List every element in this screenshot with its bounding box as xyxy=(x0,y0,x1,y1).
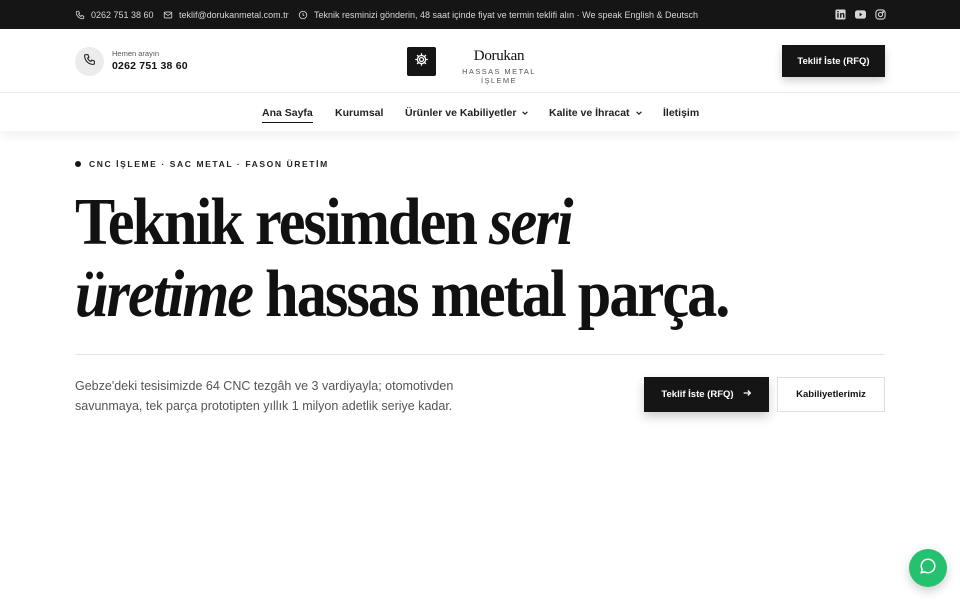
gear-icon xyxy=(414,52,429,72)
nav-item-products[interactable]: Ürünler ve Kabiliyetler xyxy=(405,94,529,131)
topbar-email-text: teklif@dorukanmetal.com.tr xyxy=(179,9,289,20)
headline-part: Teknik resimden xyxy=(75,185,490,259)
hero-rfq-button[interactable]: Teklif İste (RFQ) xyxy=(644,377,769,412)
nav-item-label: Kurumsal xyxy=(335,106,384,119)
site-header: Hemen arayın 0262 751 38 60 Dorukan HASS… xyxy=(0,29,960,93)
chat-button[interactable] xyxy=(909,549,947,587)
chevron-down-icon xyxy=(635,109,643,117)
linkedin-icon[interactable] xyxy=(835,9,846,20)
topbar-phone-text: 0262 751 38 60 xyxy=(91,9,154,20)
nav-item-label: Ürünler ve Kabiliyetler xyxy=(405,106,517,119)
chat-bubble-icon xyxy=(919,557,937,580)
nav-item-quality[interactable]: Kalite ve İhracat xyxy=(549,94,643,131)
nav-item-contact[interactable]: İletişim xyxy=(663,94,699,131)
hero-headline: Teknik resimden seri üretime hassas meta… xyxy=(75,186,795,330)
youtube-icon[interactable] xyxy=(855,9,866,20)
mail-icon xyxy=(163,10,173,20)
instagram-icon[interactable] xyxy=(875,9,886,20)
header-rfq-button[interactable]: Teklif İste (RFQ) xyxy=(782,45,885,77)
main-nav: Ana Sayfa Kurumsal Ürünler ve Kabiliyetl… xyxy=(0,94,960,131)
call-button[interactable] xyxy=(75,47,104,76)
clock-icon xyxy=(298,10,308,20)
brand-tagline: HASSAS METAL İŞLEME xyxy=(462,67,536,85)
topbar-email[interactable]: teklif@dorukanmetal.com.tr xyxy=(163,0,289,29)
capabilities-button[interactable]: Kabiliyetlerimiz xyxy=(777,377,885,412)
call-label: Hemen arayın xyxy=(112,49,160,58)
topbar-phone[interactable]: 0262 751 38 60 xyxy=(75,0,154,29)
hero-description: Gebze'deki tesisimizde 64 CNC tezgâh ve … xyxy=(75,379,454,413)
button-label: Teklif İste (RFQ) xyxy=(661,389,734,400)
headline-emphasis: seri xyxy=(489,185,574,259)
headline-part: hassas metal parça. xyxy=(252,257,730,331)
hero-eyebrow: CNC İŞLEME · SAC METAL · FASON ÜRETİM xyxy=(75,159,329,169)
nav-item-label: İletişim xyxy=(663,106,700,119)
call-number[interactable]: 0262 751 38 60 xyxy=(112,60,188,72)
topbar-notice-text: Teknik resminizi gönderin, 48 saat içind… xyxy=(314,9,699,20)
topbar-notice: Teknik resminizi gönderin, 48 saat içind… xyxy=(298,0,698,29)
bullet-dot xyxy=(75,161,81,167)
phone-icon xyxy=(75,10,85,20)
headline-emphasis: üretime xyxy=(75,257,254,331)
nav-item-label: Kalite ve İhracat xyxy=(549,106,630,119)
brand-name[interactable]: Dorukan xyxy=(444,48,554,65)
top-bar: 0262 751 38 60 teklif@dorukanmetal.com.t… xyxy=(0,0,960,29)
phone-icon xyxy=(83,53,96,71)
nav-item-home[interactable]: Ana Sayfa xyxy=(262,94,313,131)
nav-item-label: Ana Sayfa xyxy=(262,106,313,119)
logo-mark[interactable] xyxy=(407,47,436,76)
nav-item-about[interactable]: Kurumsal xyxy=(335,94,383,131)
chevron-down-icon xyxy=(521,109,529,117)
arrow-right-icon xyxy=(742,388,752,401)
eyebrow-text: CNC İŞLEME · SAC METAL · FASON ÜRETİM xyxy=(89,159,329,169)
hero-divider xyxy=(75,354,885,355)
